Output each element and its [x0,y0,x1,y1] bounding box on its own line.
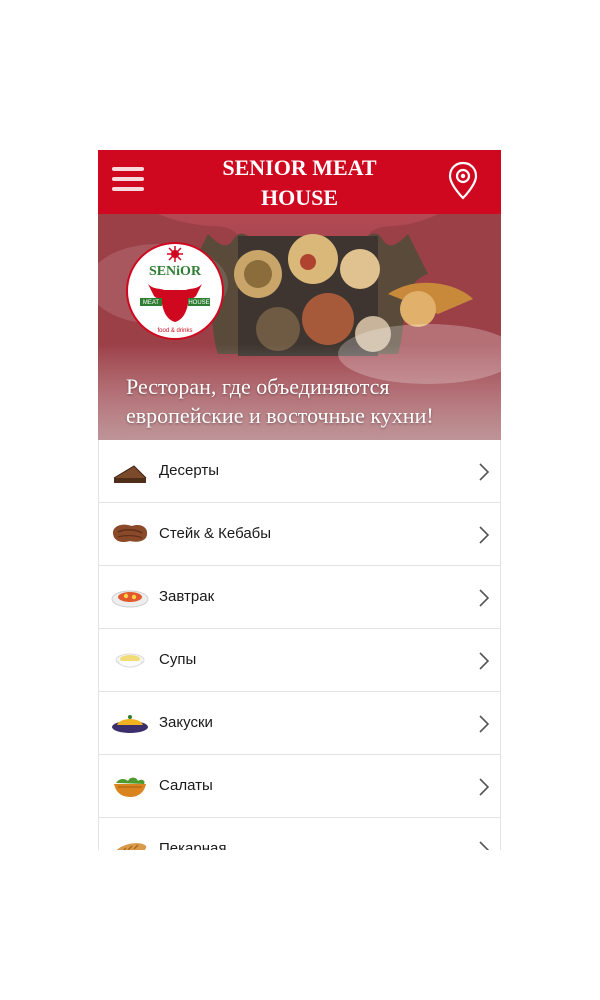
category-item-bakery[interactable]: Пекарная [99,818,500,850]
category-label: Супы [159,651,197,668]
category-item-snacks[interactable]: Закуски [99,692,500,755]
chevron-right-icon [479,589,490,607]
chevron-right-icon [479,652,490,670]
category-label: Салаты [159,777,213,794]
category-label: Закуски [159,714,213,731]
category-item-steak-kebabs[interactable]: Стейк & Кебабы [99,503,500,566]
category-label: Завтрак [159,588,215,605]
chevron-right-icon [479,463,490,481]
steak-icon [113,524,148,543]
hero-tagline: Ресторан, где объединяются европейские и… [126,374,434,428]
chevron-right-icon [479,841,490,850]
category-list: Десерты Стейк & Кебабы Завтрак Супы Заку… [98,440,501,850]
svg-text:MEAT: MEAT [143,300,160,306]
hero-banner: SENiOR MEAT HOUSE food & drinks Ресторан… [98,214,501,440]
svg-text:food & drinks: food & drinks [157,328,192,334]
snacks-plate-icon [112,715,148,733]
category-item-breakfast[interactable]: Завтрак [99,566,500,629]
chevron-right-icon [479,715,490,733]
app-header: SENIOR MEAT HOUSE [98,150,501,214]
location-pin-icon[interactable] [447,161,479,201]
chevron-right-icon [479,778,490,796]
category-label: Десерты [159,462,220,479]
svg-text:HOUSE: HOUSE [188,300,209,306]
app-screen: SENIOR MEAT HOUSE SENiOR MEAT HOUSE food… [98,150,501,850]
svg-text:SENiOR: SENiOR [149,264,202,279]
restaurant-logo: SENiOR MEAT HOUSE food & drinks [126,242,224,340]
category-label: Стейк & Кебабы [159,525,272,542]
soup-bowl-icon [115,653,145,668]
category-item-desserts[interactable]: Десерты [99,440,500,503]
cake-icon [113,465,147,483]
breakfast-plate-icon [111,590,149,608]
chevron-right-icon [479,526,490,544]
app-title: SENIOR MEAT HOUSE [222,155,377,210]
hamburger-menu-icon[interactable] [112,167,144,195]
category-item-soups[interactable]: Супы [99,629,500,692]
bread-icon [116,843,147,850]
salad-bowl-icon [114,777,146,797]
category-item-salads[interactable]: Салаты [99,755,500,818]
category-label: Пекарная [159,840,227,850]
